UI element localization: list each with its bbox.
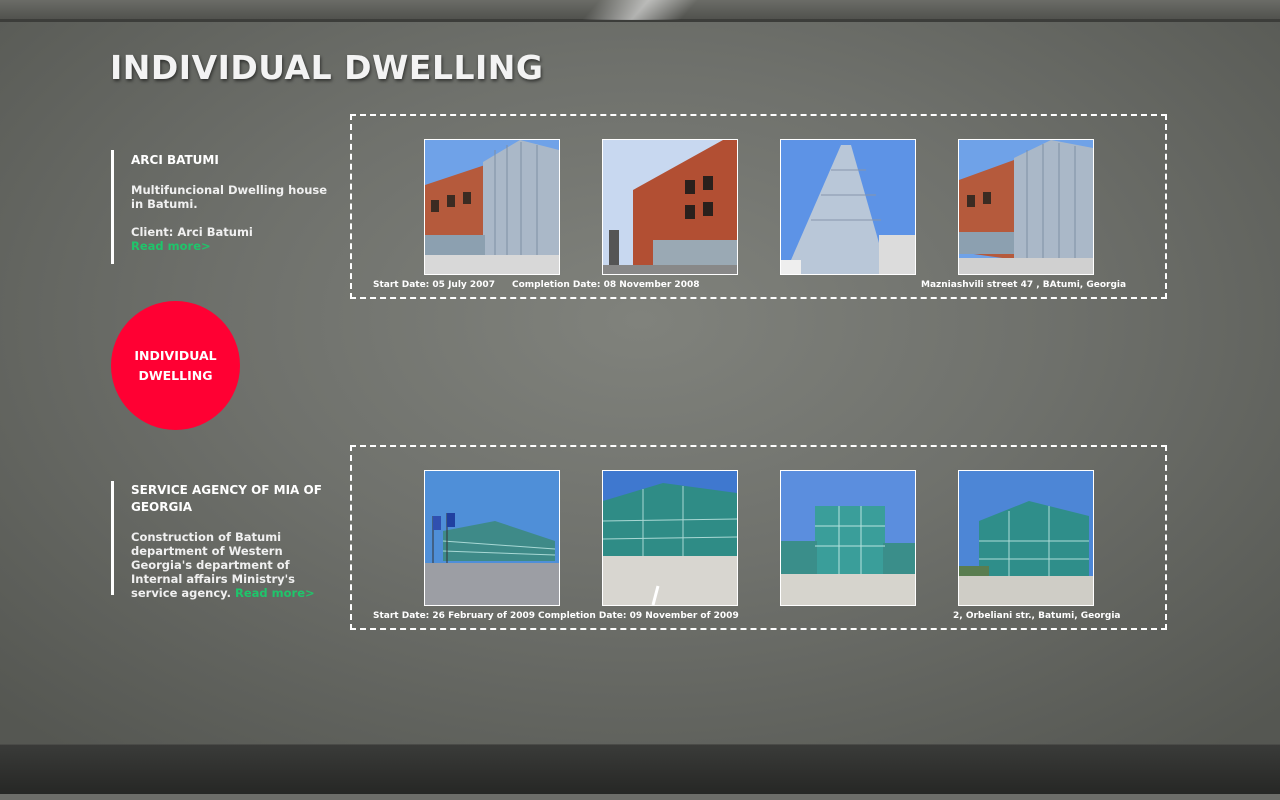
project-photo-thumbnail[interactable] xyxy=(424,470,560,606)
project-title: ARCI BATUMI xyxy=(131,153,219,167)
project-description: Multifuncional Dwelling house in Batumi. xyxy=(131,183,328,211)
brick-glass-building-photo xyxy=(425,140,559,274)
category-badge-individual-dwelling[interactable]: INDIVIDUAL DWELLING xyxy=(111,301,240,430)
category-badge-label: INDIVIDUAL DWELLING xyxy=(134,347,217,383)
brick-building-street-photo xyxy=(603,140,737,274)
project-gallery-service-agency: Start Date: 26 February of 2009 Completi… xyxy=(350,445,1167,630)
read-more-link[interactable]: Read more> xyxy=(235,586,315,600)
top-bar xyxy=(0,0,1280,22)
project-gallery-arci-batumi: Start Date: 05 July 2007 Completion Date… xyxy=(350,114,1167,299)
top-bar-shine xyxy=(572,0,708,20)
project-address: 2, Orbeliani str., Batumi, Georgia xyxy=(953,611,1121,621)
footer-bar xyxy=(0,744,1280,794)
glass-building-flags-photo xyxy=(425,471,559,605)
glass-building-front-photo xyxy=(781,471,915,605)
project-client: Client: Arci Batumi xyxy=(131,225,253,239)
glass-building-corner-photo xyxy=(603,471,737,605)
completion-date: Completion Date: 08 November 2008 xyxy=(512,280,700,290)
project-info-service-agency: SERVICE AGENCY OF MIA OF GEORGIA Constru… xyxy=(111,481,336,600)
project-title: SERVICE AGENCY OF MIA OF GEORGIA xyxy=(131,483,322,514)
project-photo-thumbnail[interactable] xyxy=(780,139,916,275)
project-photo-thumbnail[interactable] xyxy=(958,470,1094,606)
project-address: Mazniashvili street 47 , BAtumi, Georgia xyxy=(921,280,1127,290)
glass-building-side-photo xyxy=(959,471,1093,605)
project-description: Construction of Batumi department of Wes… xyxy=(131,530,336,600)
brick-glass-building-photo xyxy=(959,140,1093,274)
read-more-link[interactable]: Read more> xyxy=(131,239,211,253)
project-photo-thumbnail[interactable] xyxy=(602,139,738,275)
page-title: INDIVIDUAL DWELLING xyxy=(110,48,544,87)
completion-date: Completion Date: 09 November of 2009 xyxy=(538,611,739,621)
glass-facade-photo xyxy=(781,140,915,274)
start-date: Start Date: 26 February of 2009 xyxy=(373,611,536,621)
start-date: Start Date: 05 July 2007 xyxy=(373,280,495,290)
project-photo-thumbnail[interactable] xyxy=(780,470,916,606)
footer-edge xyxy=(0,794,1280,800)
project-photo-thumbnail[interactable] xyxy=(602,470,738,606)
project-info-arci-batumi: ARCI BATUMI Multifuncional Dwelling hous… xyxy=(111,150,331,264)
project-photo-thumbnail[interactable] xyxy=(424,139,560,275)
project-photo-thumbnail[interactable] xyxy=(958,139,1094,275)
